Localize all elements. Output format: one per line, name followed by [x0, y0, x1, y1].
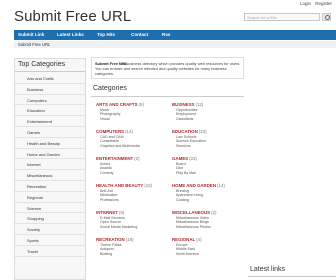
categories-divider [91, 96, 244, 97]
nav-rss[interactable]: Rss [162, 32, 170, 37]
sidebar-item[interactable]: Internet [15, 159, 85, 171]
sidebar-title: Top Categories [18, 61, 66, 68]
sidebar-item[interactable]: Travel [15, 246, 85, 257]
sidebar-item[interactable]: Sports [15, 235, 85, 246]
top-categories-sidebar: Top Categories Arts and Crafts Business … [14, 58, 86, 280]
subcategory-link[interactable]: Social Media Marketing [100, 225, 137, 229]
sidebar-divider [15, 71, 85, 72]
sidebar-item[interactable]: Computers [15, 95, 85, 106]
sidebar-item[interactable]: Health and Beauty [15, 138, 85, 149]
main-nav: Submit Link Latest Links Top Hits Contac… [14, 30, 336, 40]
category-heading[interactable]: HEALTH AND BEAUTY(15) [96, 183, 152, 188]
categories-title: Categories [93, 85, 127, 92]
subcategory-link[interactable]: Play By Mail [176, 171, 196, 175]
category-heading[interactable]: GAMES(23) [172, 156, 197, 161]
subcategory-link[interactable]: North America [176, 252, 199, 256]
search-icon[interactable] [322, 13, 331, 21]
latest-links-title: Latest links [250, 266, 286, 273]
intro-box: Submit Free URL is a business directory … [91, 57, 244, 79]
nav-latest-links[interactable]: Latest Links [57, 32, 84, 37]
breadcrumb-bar: Submit Free URL [14, 41, 336, 48]
category-heading[interactable]: HOME AND GARDEN(14) [172, 183, 225, 188]
subcategory-link[interactable]: Cooking [176, 198, 189, 202]
search-input[interactable]: Search for a Site [244, 13, 320, 21]
sidebar-item[interactable]: Miscellaneous [15, 170, 85, 181]
subcategory-link[interactable]: Graphics and Multimedia [100, 144, 140, 148]
subcategory-link[interactable]: Classifieds [176, 117, 193, 121]
category-heading[interactable]: INTERNET(9) [96, 210, 124, 215]
category-heading[interactable]: REGIONAL(4) [172, 237, 202, 242]
register-link[interactable]: Register [315, 1, 332, 6]
sidebar-item[interactable]: Recreation [15, 181, 85, 192]
sidebar-item[interactable]: Science [15, 203, 85, 214]
nav-top-hits[interactable]: Top Hits [97, 32, 115, 37]
subcategory-link[interactable]: Boating [100, 252, 112, 256]
intro-text: is a business directory which provides q… [95, 61, 241, 76]
sidebar-item[interactable]: Society [15, 224, 85, 235]
site-logo[interactable]: Submit Free URL [14, 8, 131, 25]
category-heading[interactable]: BUSINESS(12) [172, 102, 203, 107]
right-column [248, 57, 336, 257]
category-heading[interactable]: ARTS AND CRAFTS(9) [96, 102, 144, 107]
sidebar-item[interactable]: Games [15, 127, 85, 138]
subcategory-link[interactable]: Sessions [176, 144, 191, 148]
sidebar-item[interactable]: Education [15, 105, 85, 117]
category-heading[interactable]: COMPUTERS(14) [96, 129, 133, 134]
subcategory-link[interactable]: Comedy [100, 171, 113, 175]
sidebar-item[interactable]: Home and Garden [15, 149, 85, 160]
sidebar-item[interactable]: Arts and Crafts [15, 73, 85, 84]
subcategory-link[interactable]: Visual [100, 117, 110, 121]
category-heading[interactable]: RECREATION(18) [96, 237, 134, 242]
latest-links-divider [248, 276, 336, 277]
site-header: Submit Free URL Login Register Search fo… [0, 0, 336, 30]
nav-contact[interactable]: Contact [131, 32, 148, 37]
login-link[interactable]: Login [300, 1, 311, 6]
sidebar-item[interactable]: Regional [15, 192, 85, 203]
subcategory-link[interactable]: Professions [100, 198, 119, 202]
category-heading[interactable]: ENTERTAINMENT(2) [96, 156, 140, 161]
auth-links: Login Register [297, 1, 332, 6]
category-heading[interactable]: MISCELLANEOUS(2) [172, 210, 216, 215]
nav-submit-link[interactable]: Submit Link [18, 32, 44, 37]
subcategory-link[interactable]: Miscellaneous Photos [176, 225, 211, 229]
sidebar-item[interactable]: Shopping [15, 213, 85, 225]
sidebar-item[interactable]: Entertainment [15, 116, 85, 127]
sidebar-item[interactable]: Business [15, 84, 85, 95]
category-heading[interactable]: EDUCATION(23) [172, 129, 207, 134]
breadcrumb[interactable]: Submit Free URL [18, 42, 50, 47]
